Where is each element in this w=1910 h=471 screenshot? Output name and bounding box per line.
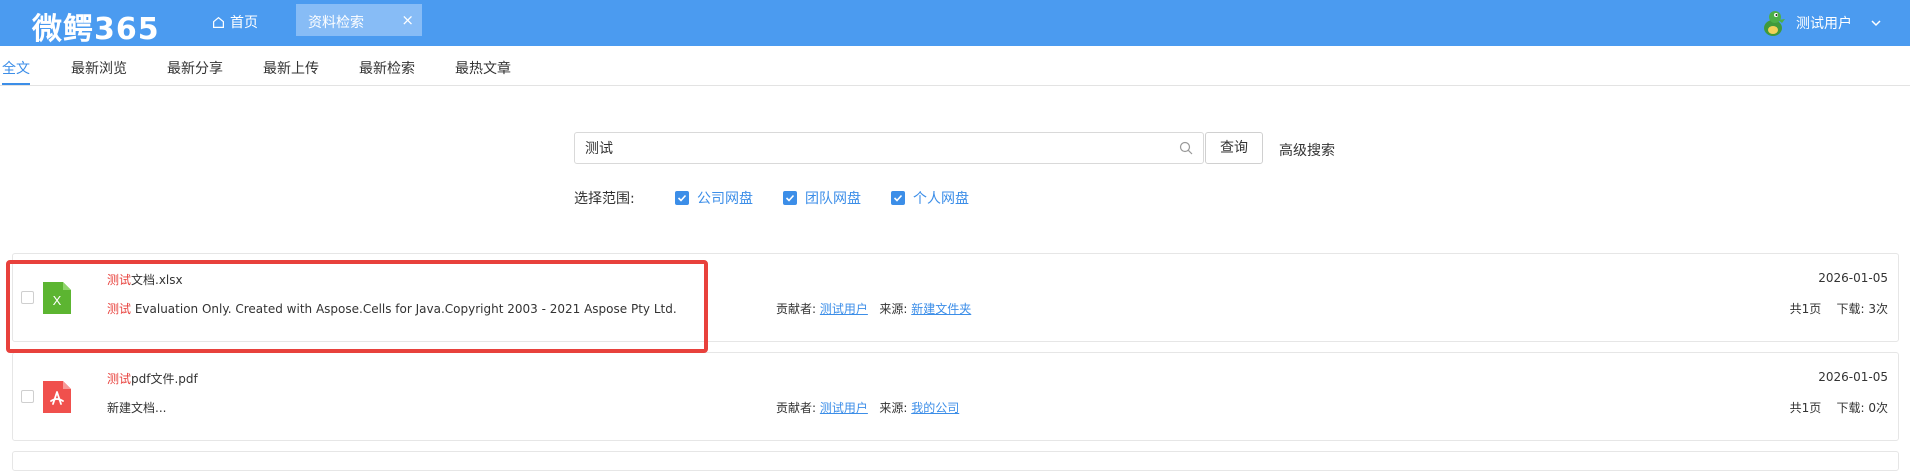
tab-material-search[interactable]: 资料检索 × [296,4,422,36]
app-logo[interactable]: 微鳄365 [32,4,160,48]
scope-company-checkbox[interactable]: 公司网盘 [675,188,753,208]
source-label: 来源: [879,401,908,415]
page-count: 共1页 [1789,302,1822,316]
result-date: 2026-01-05 [1818,271,1888,285]
search-input[interactable] [575,133,1155,163]
source-link[interactable]: 新建文件夹 [911,302,971,316]
contributor-label: 贡献者: [776,401,817,415]
scope-option-label: 个人网盘 [913,191,969,207]
sub-nav: 全文 最新浏览 最新分享 最新上传 最新检索 最热文章 [0,46,1910,86]
result-card[interactable]: 测试pdf文件.pdf 新建文档... 贡献者: 测试用户 来源: 我的公司 2… [12,352,1899,441]
title-rest: pdf文件.pdf [131,372,198,386]
result-stats: 共1页 下载: 3次 [1790,300,1888,317]
scope-personal-checkbox[interactable]: 个人网盘 [891,188,969,208]
scope-label: 选择范围: [574,191,635,207]
result-date: 2026-01-05 [1818,370,1888,384]
tab-recent-searches[interactable]: 最新检索 [359,58,415,78]
user-menu[interactable]: 测试用户 [1758,8,1882,38]
result-stats: 共1页 下载: 0次 [1790,399,1888,416]
close-icon[interactable]: × [401,11,414,29]
scope-option-label: 团队网盘 [805,191,861,207]
contributor-link[interactable]: 测试用户 [820,401,868,415]
source-link[interactable]: 我的公司 [911,401,959,415]
row-checkbox[interactable] [21,390,34,403]
home-icon [213,16,224,28]
download-count: 下载: 3次 [1836,302,1889,316]
result-meta: 贡献者: 测试用户 来源: 我的公司 [776,399,959,416]
tab-hot-articles[interactable]: 最热文章 [455,58,511,78]
pdf-file-icon [43,381,71,413]
title-highlight: 测试 [107,372,132,386]
chevron-down-icon [1871,20,1881,27]
contributor-label: 贡献者: [776,302,817,316]
home-nav[interactable]: 首页 [212,12,258,32]
highlight-annotation-box [6,260,708,353]
checkbox-checked-icon [675,191,689,205]
tab-label: 资料检索 [308,15,364,31]
result-title[interactable]: 测试pdf文件.pdf [107,370,198,387]
user-name: 测试用户 [1796,16,1852,32]
scope-team-checkbox[interactable]: 团队网盘 [783,188,861,208]
contributor-link[interactable]: 测试用户 [820,302,868,316]
search-box [574,132,1204,164]
result-card[interactable] [12,451,1899,471]
desc-rest: 新建文档... [107,401,167,415]
active-tab-indicator [2,83,30,85]
home-label: 首页 [230,15,258,31]
checkbox-checked-icon [891,191,905,205]
tab-recent-uploads[interactable]: 最新上传 [263,58,319,78]
tab-recent-views[interactable]: 最新浏览 [71,58,127,78]
top-bar: 微鳄365 首页 资料检索 × 测试用户 [0,0,1910,48]
source-label: 来源: [879,302,908,316]
download-count: 下载: 0次 [1836,401,1889,415]
tab-fulltext[interactable]: 全文 [2,58,30,78]
result-description: 新建文档... [107,399,166,416]
query-button[interactable]: 查询 [1205,132,1263,164]
avatar [1764,11,1785,36]
scope-option-label: 公司网盘 [697,191,753,207]
search-icon[interactable] [1179,141,1193,155]
result-meta: 贡献者: 测试用户 来源: 新建文件夹 [776,300,971,317]
checkbox-checked-icon [783,191,797,205]
advanced-search-link[interactable]: 高级搜索 [1279,140,1335,160]
page-count: 共1页 [1789,401,1822,415]
tab-recent-shares[interactable]: 最新分享 [167,58,223,78]
